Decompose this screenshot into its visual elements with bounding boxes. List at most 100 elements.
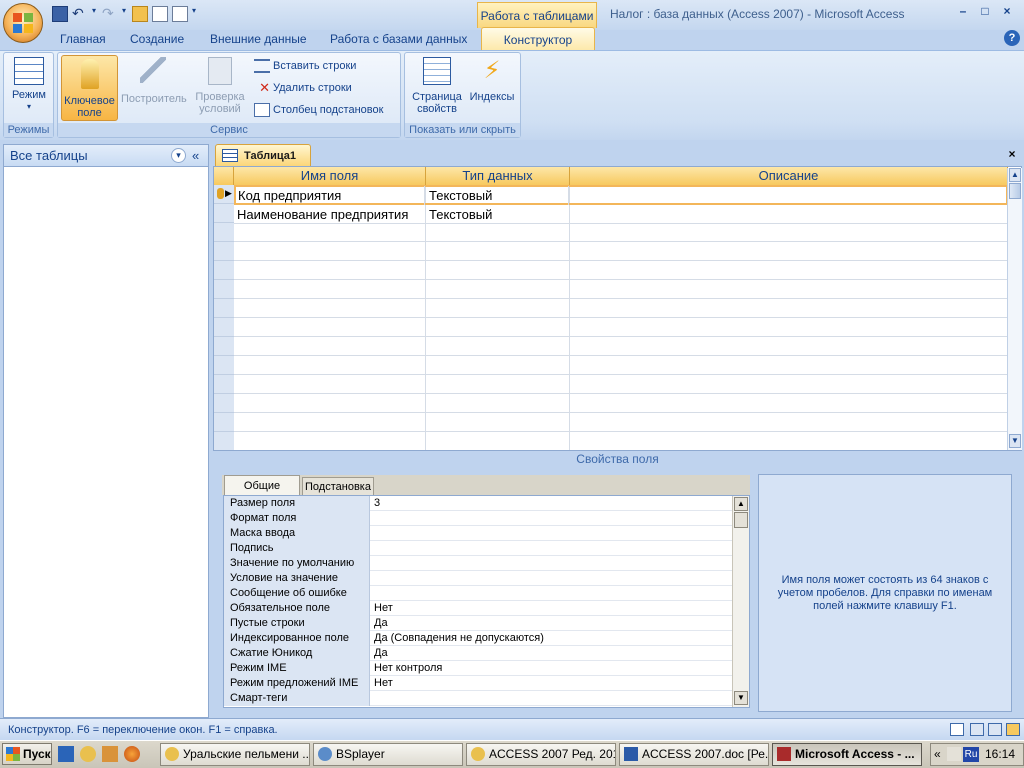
print-preview-icon[interactable] bbox=[152, 6, 168, 22]
property-value[interactable]: Нет bbox=[371, 601, 731, 616]
close-window-button[interactable]: × bbox=[996, 2, 1018, 20]
close-document-icon[interactable]: × bbox=[1005, 147, 1019, 161]
property-value[interactable] bbox=[371, 571, 731, 586]
insert-rows-button[interactable]: Вставить строки bbox=[254, 57, 356, 75]
scroll-thumb[interactable] bbox=[734, 512, 748, 528]
datasheet-view-icon[interactable] bbox=[950, 723, 964, 736]
column-header-data-type[interactable]: Тип данных bbox=[426, 167, 570, 185]
scroll-down-icon[interactable]: ▼ bbox=[734, 691, 748, 705]
design-view-icon[interactable] bbox=[1006, 723, 1020, 736]
delete-rows-button[interactable]: ✕ Удалить строки bbox=[254, 79, 352, 97]
property-row[interactable]: Пустые строки Да bbox=[224, 616, 732, 631]
property-row[interactable]: Смарт-теги bbox=[224, 691, 732, 706]
property-value[interactable] bbox=[371, 541, 731, 556]
firefox-icon[interactable] bbox=[124, 746, 140, 762]
scroll-up-icon[interactable]: ▲ bbox=[734, 497, 748, 511]
help-icon[interactable]: ? bbox=[1004, 30, 1020, 46]
open-folder-icon[interactable] bbox=[132, 6, 148, 22]
tray-expand-icon[interactable]: « bbox=[934, 744, 941, 765]
property-value[interactable]: 3 bbox=[371, 496, 731, 511]
new-document-icon[interactable] bbox=[172, 6, 188, 22]
redo-dropdown-icon[interactable]: ▾ bbox=[122, 6, 128, 22]
save-icon[interactable] bbox=[52, 6, 68, 22]
data-type-cell[interactable]: Текстовый bbox=[426, 205, 570, 224]
redo-icon[interactable]: ↷ bbox=[102, 6, 118, 22]
taskbar-button[interactable]: ACCESS 2007.doc [Ре... bbox=[619, 743, 769, 766]
tab-create[interactable]: Создание bbox=[122, 30, 192, 50]
property-row[interactable]: Сжатие Юникод Да bbox=[224, 646, 732, 661]
group-service: Ключевое поле Построитель Проверка услов… bbox=[57, 52, 401, 138]
shutter-bar-close-icon[interactable]: « bbox=[192, 145, 199, 167]
property-row[interactable]: Режим IME Нет контроля bbox=[224, 661, 732, 676]
undo-dropdown-icon[interactable]: ▾ bbox=[92, 6, 98, 22]
field-name-cell[interactable]: Код предприятия bbox=[235, 186, 425, 205]
property-row[interactable]: Значение по умолчанию bbox=[224, 556, 732, 571]
nav-pane-header[interactable]: Все таблицы ▾ « bbox=[4, 145, 208, 167]
customize-qat-icon[interactable]: ▾ bbox=[192, 6, 200, 22]
builder-button[interactable]: Построитель bbox=[121, 57, 187, 105]
app-launch-icon[interactable] bbox=[80, 746, 96, 762]
nav-dropdown-icon[interactable]: ▾ bbox=[171, 148, 186, 163]
data-type-cell[interactable]: Текстовый bbox=[426, 186, 569, 205]
property-row[interactable]: Сообщение об ошибке bbox=[224, 586, 732, 601]
select-all-corner[interactable] bbox=[214, 167, 234, 185]
taskbar-button[interactable]: BSplayer bbox=[313, 743, 463, 766]
property-row[interactable]: Формат поля bbox=[224, 511, 732, 526]
property-row[interactable]: Условие на значение bbox=[224, 571, 732, 586]
property-row[interactable]: Индексированное поле Да (Совпадения не до… bbox=[224, 631, 732, 646]
tray-app-icon[interactable] bbox=[947, 747, 961, 761]
property-value[interactable]: Нет bbox=[371, 676, 731, 691]
language-indicator[interactable]: Ru bbox=[963, 747, 979, 762]
indexes-button[interactable]: ⚡ Индексы bbox=[467, 57, 517, 103]
start-button[interactable]: Пуск bbox=[2, 743, 52, 765]
taskbar-button-active[interactable]: Microsoft Access - ... bbox=[772, 743, 922, 766]
property-value[interactable]: Да (Совпадения не допускаются) bbox=[371, 631, 731, 646]
property-value[interactable] bbox=[371, 691, 731, 706]
app-launch-icon[interactable] bbox=[102, 746, 118, 762]
property-value[interactable] bbox=[371, 586, 731, 601]
tab-database-tools[interactable]: Работа с базами данных bbox=[322, 30, 475, 50]
view-button[interactable]: Режим ▾ bbox=[8, 57, 50, 113]
tab-home[interactable]: Главная bbox=[52, 30, 114, 50]
primary-key-button[interactable]: Ключевое поле bbox=[61, 55, 118, 121]
taskbar-button[interactable]: Уральские пельмени ... bbox=[160, 743, 310, 766]
description-cell[interactable] bbox=[570, 205, 1008, 224]
field-name-cell[interactable]: Наименование предприятия bbox=[234, 205, 426, 224]
test-validation-button[interactable]: Проверка условий bbox=[192, 57, 248, 115]
property-value[interactable]: Да bbox=[371, 616, 731, 631]
scroll-up-icon[interactable]: ▲ bbox=[1009, 168, 1021, 182]
show-desktop-icon[interactable] bbox=[58, 746, 74, 762]
properties-scrollbar[interactable]: ▲ ▼ bbox=[732, 496, 749, 707]
property-value[interactable]: Да bbox=[371, 646, 731, 661]
undo-icon[interactable]: ↶ bbox=[72, 6, 88, 22]
property-value[interactable]: Нет контроля bbox=[371, 661, 731, 676]
grid-vertical-scrollbar[interactable]: ▲ ▼ bbox=[1007, 168, 1022, 450]
document-tab[interactable]: Таблица1 bbox=[215, 144, 311, 166]
tab-design[interactable]: Конструктор bbox=[481, 27, 595, 51]
office-button[interactable] bbox=[3, 3, 43, 43]
description-cell[interactable] bbox=[570, 186, 1006, 205]
property-row[interactable]: Обязательное поле Нет bbox=[224, 601, 732, 616]
pivot-chart-view-icon[interactable] bbox=[988, 723, 1002, 736]
lookup-column-button[interactable]: Столбец подстановок bbox=[254, 101, 383, 119]
property-value[interactable] bbox=[371, 511, 731, 526]
indexes-lightning-icon: ⚡ bbox=[483, 57, 501, 84]
taskbar-button[interactable]: ACCESS 2007 Ред. 2012 bbox=[466, 743, 616, 766]
property-row[interactable]: Размер поля 3 bbox=[224, 496, 732, 511]
minimize-button[interactable]: – bbox=[952, 2, 974, 20]
property-value[interactable] bbox=[371, 556, 731, 571]
tab-lookup[interactable]: Подстановка bbox=[302, 477, 374, 495]
property-row[interactable]: Маска ввода bbox=[224, 526, 732, 541]
property-sheet-button[interactable]: Страница свойств bbox=[409, 57, 465, 115]
property-row[interactable]: Подпись bbox=[224, 541, 732, 556]
tab-general[interactable]: Общие bbox=[224, 475, 300, 495]
column-header-description[interactable]: Описание bbox=[570, 167, 1008, 185]
column-header-field-name[interactable]: Имя поля bbox=[234, 167, 426, 185]
property-row[interactable]: Режим предложений IME Нет bbox=[224, 676, 732, 691]
tab-external-data[interactable]: Внешние данные bbox=[202, 30, 315, 50]
property-value[interactable] bbox=[371, 526, 731, 541]
scroll-thumb[interactable] bbox=[1009, 183, 1021, 199]
scroll-down-icon[interactable]: ▼ bbox=[1009, 434, 1021, 448]
maximize-button[interactable]: □ bbox=[974, 2, 996, 20]
pivot-table-view-icon[interactable] bbox=[970, 723, 984, 736]
